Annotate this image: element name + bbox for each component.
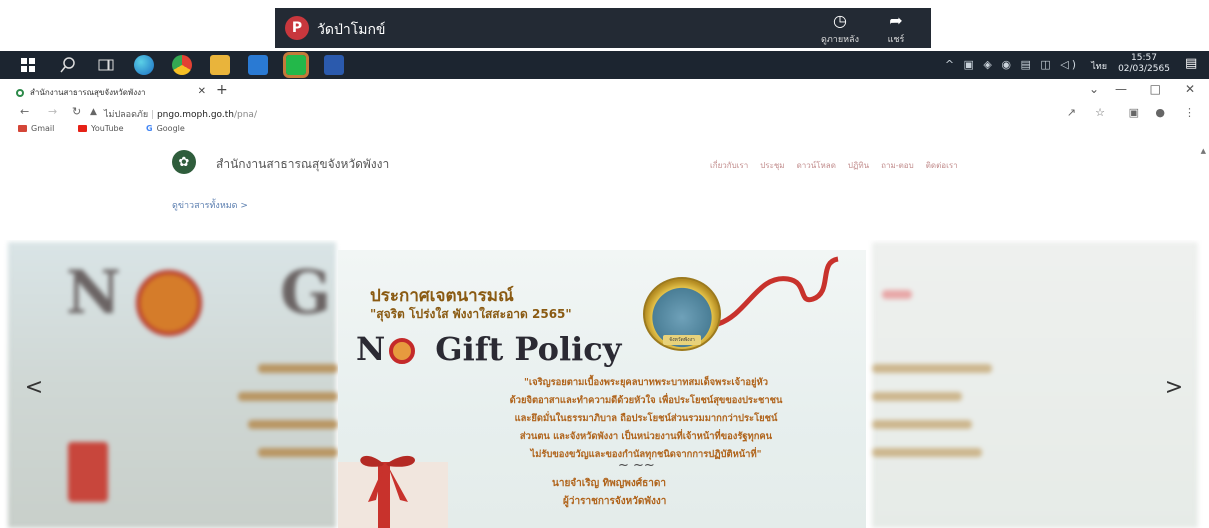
scroll-up-icon[interactable]: ▲ (1201, 147, 1206, 155)
tab-title: สำนักงานสาธารณสุขจังหวัดพังงา (30, 88, 146, 97)
clock[interactable]: 15:57 02/03/2565 (1117, 53, 1171, 75)
site-name[interactable]: สำนักงานสาธารณสุขจังหวัดพังงา (216, 155, 389, 174)
tab-active[interactable]: สำนักงานสาธารณสุขจังหวัดพังงา ✕ (16, 84, 206, 101)
bookmark-gmail[interactable]: Gmail (18, 124, 54, 133)
banner-carousel: N G ประกาศเจตนารมณ์ "สุจริต โปร่งใส พังง… (0, 240, 1209, 528)
tab-search-chevron-icon[interactable]: ⌄ (1089, 82, 1099, 96)
bookmark-google[interactable]: G Google (146, 124, 185, 133)
share-label: แชร์ (887, 35, 905, 45)
menu-about[interactable]: เกี่ยวกับเรา (710, 159, 748, 172)
no-gift-sign-icon (389, 338, 416, 364)
edge-icon[interactable] (134, 55, 154, 75)
gift-policy-title: N Gift Policy (356, 330, 621, 368)
signer-name: นายจำเริญ ทิพญพงศ์ธาดา (552, 478, 666, 489)
pledge-quote: "เจริญรอยตามเบื้องพระยุคลบาทพระบาทสมเด็จ… (446, 374, 846, 464)
menu-calendar[interactable]: ปฏิทิน (848, 159, 869, 172)
line-icon[interactable] (283, 52, 309, 78)
url-host: pngo.moph.go.th (156, 110, 234, 120)
red-ribbon-decoration (718, 256, 839, 327)
bookmark-gmail-label: Gmail (31, 124, 55, 133)
close-tab-icon[interactable]: ✕ (198, 86, 206, 97)
word-icon[interactable] (324, 55, 344, 75)
task-view-icon[interactable] (96, 55, 116, 75)
no-letter-n: N (356, 330, 386, 368)
watch-later-label: ดูภายหลัง (821, 35, 859, 45)
signature-scrawl: ~ ~~ (618, 458, 655, 473)
google-icon: G (146, 124, 153, 133)
provincial-seal: จังหวัดพังงา (643, 277, 721, 351)
minimize-icon[interactable]: — (1115, 82, 1127, 96)
all-news-link[interactable]: ดูข่าวสารทั้งหมด > (172, 198, 248, 212)
share-button[interactable]: ➦ แชร์ (871, 10, 921, 46)
quote-line: "เจริญรอยตามเบื้องพระยุคลบาทพระบาทสมเด็จ… (524, 377, 768, 388)
mail-icon[interactable] (248, 55, 268, 75)
seal-ribbon-text: จังหวัดพังงา (663, 335, 701, 345)
share-page-icon[interactable]: ↗ (1067, 106, 1076, 119)
youtube-icon (78, 125, 87, 132)
windows-start-icon[interactable] (18, 55, 38, 75)
new-tab-icon[interactable]: + (216, 82, 228, 98)
menu-contact[interactable]: ติดต่อเรา (926, 159, 958, 172)
site-logo[interactable]: ✿ (172, 150, 196, 174)
quote-line: ด้วยจิตอาสาและทำความดีด้วยหัวใจ เพื่อประ… (509, 395, 783, 406)
date-text: 02/03/2565 (1118, 64, 1170, 74)
notification-bar[interactable]: P วัดป่าโมกข์ ◷ ดูภายหลัง ➦ แชร์ (275, 8, 931, 48)
sidebar-icon[interactable]: ▣ (1129, 106, 1139, 119)
current-slide[interactable]: ประกาศเจตนารมณ์ "สุจริต โปร่งใส พังงาใสส… (338, 250, 866, 528)
language-indicator[interactable]: ไทย (1091, 59, 1107, 73)
clock-icon: ◷ (833, 11, 847, 30)
menu-kebab-icon[interactable]: ⋮ (1184, 106, 1195, 119)
security-label: ไม่ปลอดภัย (104, 110, 149, 120)
quote-line: และยึดมั่นในธรรมาภิบาล ถือประโยชน์ส่วนรว… (514, 413, 778, 424)
maximize-icon[interactable]: □ (1150, 82, 1161, 96)
file-explorer-icon[interactable] (210, 55, 230, 75)
bookmark-google-label: Google (156, 124, 185, 133)
close-window-icon[interactable]: ✕ (1185, 82, 1195, 96)
profile-icon[interactable]: ● (1155, 106, 1165, 119)
signer-title: ผู้ว่าราชการจังหวัดพังงา (563, 496, 667, 507)
url-path: /pna/ (233, 110, 257, 120)
menu-download[interactable]: ดาวน์โหลด (797, 159, 836, 172)
blurred-letter-g: G (280, 258, 332, 328)
bookmark-youtube[interactable]: YouTube (78, 124, 124, 133)
bookmark-star-icon[interactable]: ☆ (1095, 106, 1105, 119)
watch-later-button[interactable]: ◷ ดูภายหลัง (815, 10, 865, 46)
chrome-icon[interactable] (172, 55, 192, 75)
time-text: 15:57 (1131, 53, 1157, 63)
carousel-prev-button[interactable]: < (22, 375, 46, 400)
site-menu: เกี่ยวกับเรา ประชุม ดาวน์โหลด ปฏิทิน ถาม… (710, 159, 958, 172)
warning-icon[interactable]: ▲ (90, 107, 97, 117)
notification-title: วัดป่าโมกข์ (317, 22, 386, 38)
menu-faq[interactable]: ถาม-ตอบ (881, 159, 914, 172)
reload-icon[interactable]: ↻ (72, 105, 81, 118)
menu-meeting[interactable]: ประชุม (760, 159, 784, 172)
share-icon: ➦ (889, 11, 903, 30)
gift-policy-text: Gift Policy (435, 330, 622, 368)
tray-icons[interactable]: ^ ▣ ◈ ◉ ▤ ◫ ◁) (945, 58, 1079, 71)
back-icon[interactable]: ← (20, 105, 29, 118)
next-slide-preview[interactable] (872, 242, 1198, 528)
tab-strip: สำนักงานสาธารณสุขจังหวัดพังงา ✕ + ⌄ — □ … (0, 80, 1209, 102)
gmail-icon (18, 125, 27, 132)
notification-center-icon[interactable]: ▤ (1185, 56, 1203, 74)
taskbar: ^ ▣ ◈ ◉ ▤ ◫ ◁) ไทย 15:57 02/03/2565 ▤ (0, 51, 1209, 79)
bookmark-youtube-label: YouTube (91, 124, 124, 133)
url-field[interactable]: ไม่ปลอดภัย | pngo.moph.go.th/pna/ (104, 107, 257, 121)
prev-slide-preview[interactable]: N G (8, 242, 338, 528)
address-bar-row: ← → ↻ ▲ ไม่ปลอดภัย | pngo.moph.go.th/pna… (0, 102, 1209, 124)
channel-avatar: P (285, 16, 309, 40)
system-tray: ^ ▣ ◈ ◉ ▤ ◫ ◁) ไทย 15:57 02/03/2565 ▤ (909, 51, 1209, 79)
forward-icon[interactable]: → (48, 105, 57, 118)
bookmarks-bar: Gmail YouTube G Google (0, 124, 1209, 138)
blurred-no-sign (136, 270, 202, 336)
gift-box-illustration (338, 455, 448, 528)
blurred-letter-n: N (66, 258, 121, 328)
site-favicon-icon (16, 88, 24, 97)
search-icon[interactable] (58, 55, 78, 75)
slide-subheading: "สุจริต โปร่งใส พังงาใสสะอาด 2565" (370, 307, 572, 321)
quote-line: ส่วนตน และจังหวัดพังงา เป็นหน่วยงานที่เจ… (519, 431, 773, 442)
carousel-next-button[interactable]: > (1162, 375, 1186, 400)
